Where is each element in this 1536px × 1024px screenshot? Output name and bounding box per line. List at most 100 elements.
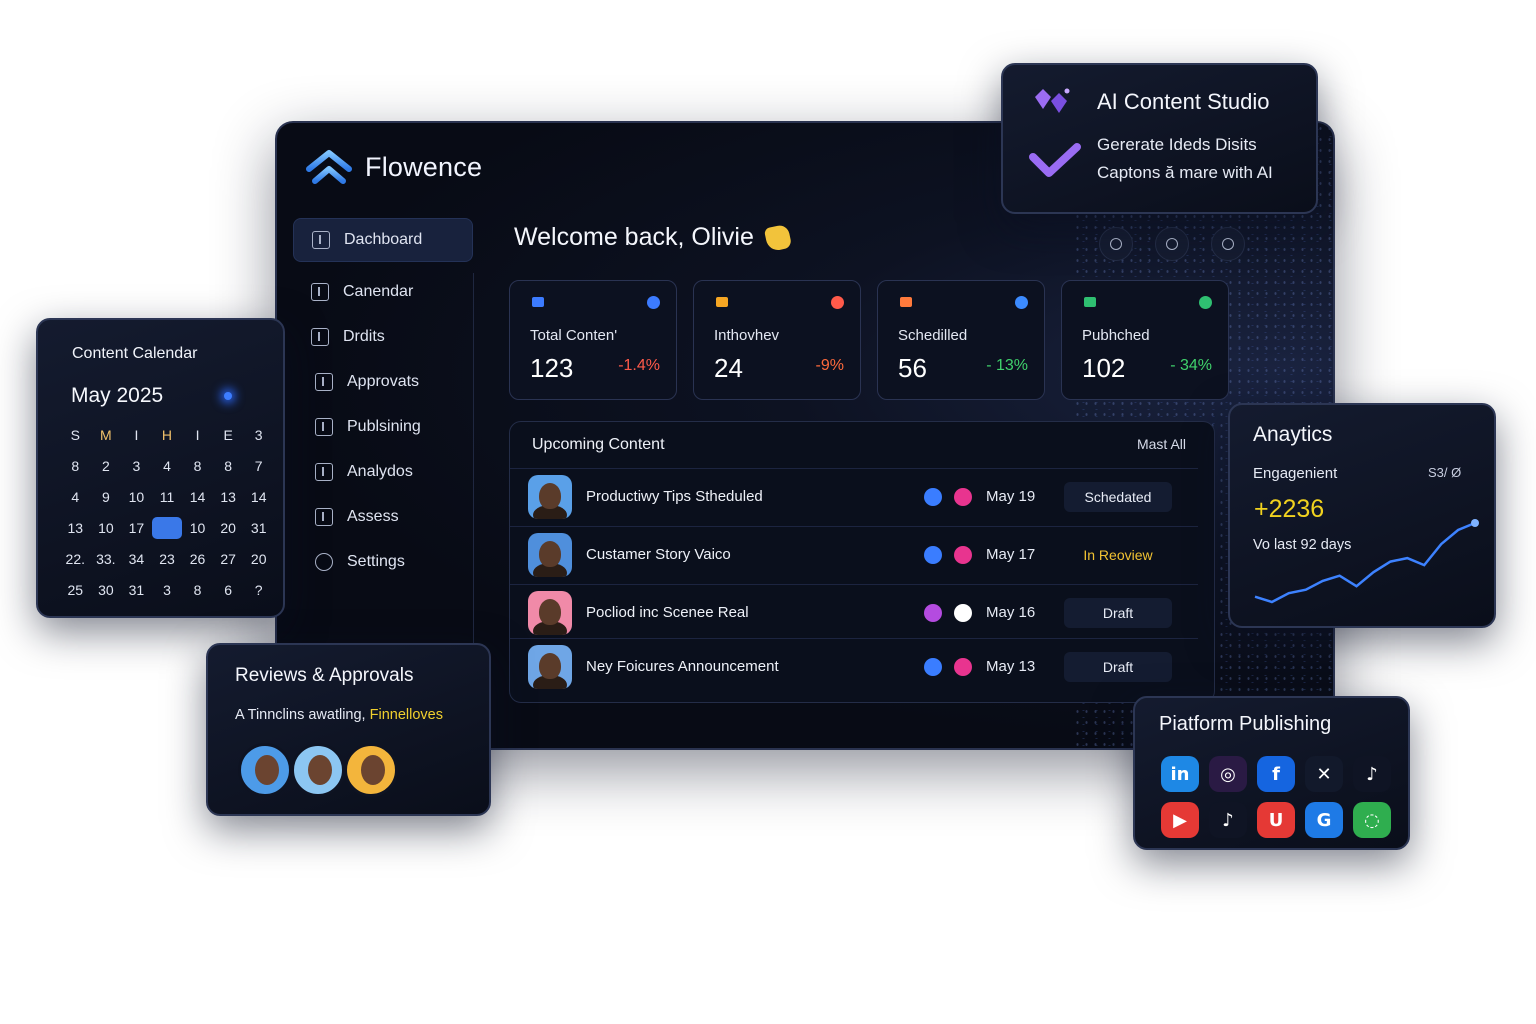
content-date: May 17	[986, 546, 1036, 563]
calendar-day[interactable]: 13	[213, 486, 244, 508]
mark-all-link[interactable]: Mast All	[1137, 436, 1186, 468]
status-badge: Schedated	[1064, 481, 1172, 512]
instagram-icon[interactable]: ◎	[1209, 756, 1247, 792]
calendar-day[interactable]: 22.	[60, 548, 91, 570]
notification-button[interactable]	[1099, 227, 1133, 261]
calendar-day[interactable]: 33.	[91, 548, 122, 570]
analytics-range[interactable]: S3/ Ø	[1428, 465, 1461, 480]
table-row[interactable]: Ney Foicures Announcement May 13 Draft	[510, 638, 1198, 694]
calendar-day[interactable]: 8	[60, 455, 91, 477]
calendar-day[interactable]: 25	[60, 579, 91, 601]
x-icon[interactable]: ✕	[1305, 756, 1343, 792]
sidebar-item-approvals[interactable]: Approvats	[293, 360, 473, 404]
sidebar-item-drafts[interactable]: Drdits	[293, 315, 473, 359]
calendar-day[interactable]: 10	[182, 517, 213, 539]
sidebar-item-assets[interactable]: Assess	[293, 495, 473, 539]
table-row[interactable]: Pocliod inc Scenee Real May 16 Draft	[510, 584, 1198, 640]
calendar-day[interactable]: ?	[243, 579, 274, 601]
sidebar-item-analytics[interactable]: Analydos	[293, 450, 473, 494]
google-icon[interactable]: G	[1305, 802, 1343, 838]
calendar-title: Content Calendar	[72, 345, 198, 362]
calendar-day[interactable]: 4	[60, 486, 91, 508]
calendar-day[interactable]: 9	[91, 486, 122, 508]
calendar-day[interactable]: 30	[91, 579, 122, 601]
calendar-day[interactable]: 6	[213, 579, 244, 601]
content-title: Ney Foicures Announcement	[586, 658, 779, 675]
calendar-day[interactable]: 34	[121, 548, 152, 570]
analytics-card[interactable]: Anaytics Engagenient S3/ Ø +2236 Vo last…	[1228, 403, 1496, 628]
stat-card-scheduled[interactable]: Schedilled 56 - 13%	[877, 280, 1045, 400]
content-title: Custamer Story Vaico	[586, 546, 731, 563]
calendar-day[interactable]: 13	[60, 517, 91, 539]
assets-icon	[315, 508, 333, 526]
calendar-day[interactable]: 8	[182, 579, 213, 601]
calendar-day[interactable]: 2	[91, 455, 122, 477]
calendar-day[interactable]: 23	[152, 548, 183, 570]
linkedin-icon[interactable]: in	[1161, 756, 1199, 792]
tiktok-alt-icon[interactable]: ♪	[1209, 802, 1247, 838]
u-icon[interactable]: U	[1257, 802, 1295, 838]
calendar-day[interactable]: 14	[243, 486, 274, 508]
calendar-day[interactable]: 27	[213, 548, 244, 570]
stat-change: - 13%	[986, 357, 1028, 374]
analytics-title: Anaytics	[1253, 423, 1333, 446]
calendar-day[interactable]: 3	[121, 455, 152, 477]
chat-icon[interactable]: ◌	[1353, 802, 1391, 838]
platform-icon	[924, 487, 942, 506]
stat-badge-icon	[1199, 296, 1212, 309]
calendar-day[interactable]: 7	[243, 455, 274, 477]
brand[interactable]: Flowence	[305, 147, 482, 187]
tiktok-icon[interactable]: ♪	[1353, 756, 1391, 792]
platform-icon	[924, 603, 942, 622]
calendar-day[interactable]: 10	[121, 486, 152, 508]
ai-content-studio-card[interactable]: AI Content Studio Gererate Ideds Disits …	[1001, 63, 1318, 214]
calendar-month: May 2025	[71, 384, 164, 407]
calendar-day[interactable]: 10	[91, 517, 122, 539]
weekday-header: M	[100, 427, 112, 443]
sidebar-item-settings[interactable]: Settings	[293, 540, 473, 584]
stat-card-in-review[interactable]: Inthovhev 24 -9%	[693, 280, 861, 400]
calendar-day[interactable]: 11	[152, 486, 183, 508]
status-badge: Draft	[1064, 651, 1172, 682]
avatar[interactable]	[238, 743, 292, 797]
weekday-header: I	[195, 427, 200, 443]
calendar-day[interactable]: 31	[243, 517, 274, 539]
reviewer-avatars	[238, 743, 398, 797]
avatar[interactable]	[291, 743, 345, 797]
calendar-day[interactable]: 8	[182, 455, 213, 477]
calendar-day[interactable]: 26	[182, 548, 213, 570]
sidebar-item-calendar[interactable]: Canendar	[293, 270, 473, 314]
calendar-day[interactable]: 8	[213, 455, 244, 477]
messages-button[interactable]	[1155, 227, 1189, 261]
calendar-day[interactable]: 20	[243, 548, 274, 570]
calendar-day[interactable]: 20	[213, 517, 244, 539]
stat-badge-icon	[831, 296, 844, 309]
calendar-day[interactable]: 3	[152, 579, 183, 601]
content-date: May 13	[986, 658, 1036, 675]
calendar-day[interactable]	[151, 517, 183, 539]
stat-card-published[interactable]: Pubhched 102 - 34%	[1061, 280, 1229, 400]
youtube-icon[interactable]: ▶	[1161, 802, 1199, 838]
calendar-day[interactable]: 31	[121, 579, 152, 601]
top-actions	[1099, 227, 1245, 261]
sidebar-item-label: Settings	[347, 553, 405, 570]
stat-label: Inthovhev	[714, 327, 780, 344]
sidebar-item-label: Assess	[347, 508, 399, 525]
profile-button[interactable]	[1211, 227, 1245, 261]
sidebar-item-publishing[interactable]: Publsining	[293, 405, 473, 449]
table-row[interactable]: Productiwy Tips Stheduled May 19 Schedat…	[510, 468, 1198, 524]
dashboard-icon	[312, 231, 330, 249]
calendar-day[interactable]: 14	[182, 486, 213, 508]
calendar-day[interactable]: 17	[121, 517, 152, 539]
stat-card-total[interactable]: Total Conten' 123 -1.4%	[509, 280, 677, 400]
platform-icon	[954, 545, 972, 564]
reviews-subtitle-text: A Tinnclins awatling,	[235, 707, 366, 723]
avatar[interactable]	[344, 743, 398, 797]
sidebar-item-dashboard[interactable]: Dachboard	[293, 218, 473, 262]
weekday-header: S	[70, 427, 80, 443]
reviews-approvals-card[interactable]: Reviews & Approvals A Tinnclins awatling…	[206, 643, 491, 816]
calendar-day[interactable]: 4	[152, 455, 183, 477]
stats-row: Total Conten' 123 -1.4% Inthovhev 24 -9%…	[509, 280, 1229, 400]
table-row[interactable]: Custamer Story Vaico May 17 In Reoview	[510, 526, 1198, 582]
facebook-icon[interactable]: f	[1257, 756, 1295, 792]
